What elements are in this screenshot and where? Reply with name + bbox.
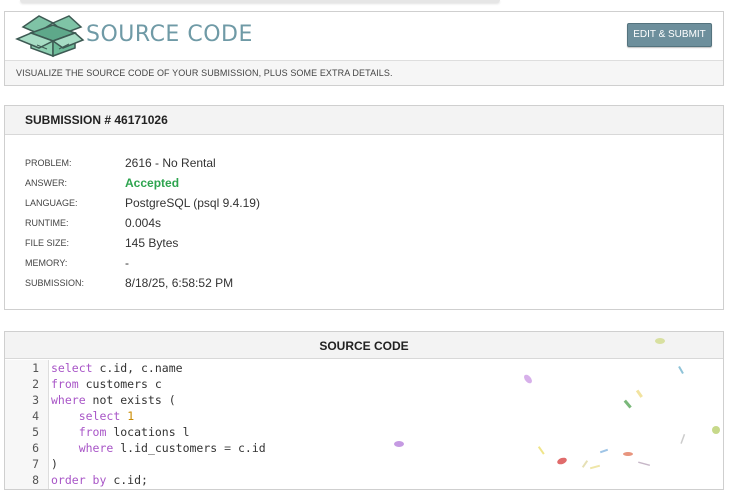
code-line: 1 select c.id, c.name: [5, 360, 723, 376]
line-number: 1: [32, 361, 39, 375]
code-line: 8 order by c.id;: [5, 472, 723, 488]
code-line: 7 ): [5, 456, 723, 472]
line-number: 8: [32, 473, 39, 487]
answer-status-badge: Accepted: [125, 176, 180, 190]
open-box-logo-icon: [13, 13, 85, 58]
info-label: MEMORY:: [25, 258, 68, 268]
submission-heading: SUBMISSION # 46171026: [5, 106, 723, 135]
line-number: 7: [32, 457, 39, 471]
page-description: VISUALIZE THE SOURCE CODE OF YOUR SUBMIS…: [5, 60, 723, 85]
page-header: SOURCE CODE EDIT & SUBMIT: [5, 12, 723, 60]
submission-date-value: 8/18/25, 6:58:52 PM: [125, 276, 234, 290]
page-title: SOURCE CODE: [86, 22, 253, 47]
line-number: 6: [32, 441, 39, 455]
info-label: FILE SIZE:: [25, 238, 70, 248]
edit-submit-button[interactable]: EDIT & SUBMIT: [627, 23, 712, 47]
code-line: 4 select 1: [5, 408, 723, 424]
submission-details-panel: SUBMISSION # 46171026 PROBLEM: 2616 - No…: [4, 105, 724, 310]
code-text: where not exists (: [51, 393, 176, 407]
line-number: 2: [32, 377, 39, 391]
info-label: ANSWER:: [25, 178, 68, 188]
window-shadow-strip: [20, 0, 500, 3]
code-text: ): [51, 457, 58, 471]
page-header-panel: SOURCE CODE EDIT & SUBMIT VISUALIZE THE …: [4, 11, 724, 86]
info-label: PROBLEM:: [25, 158, 72, 168]
info-label: LANGUAGE:: [25, 198, 78, 208]
code-text: from locations l: [78, 425, 190, 439]
file-size-value: 145 Bytes: [125, 236, 179, 250]
code-editor[interactable]: 1 select c.id, c.name 2 from customers c…: [5, 360, 723, 489]
code-line: 2 from customers c: [5, 376, 723, 392]
code-text: where l.id_customers = c.id: [78, 441, 266, 455]
code-lines: 1 select c.id, c.name 2 from customers c…: [5, 360, 723, 488]
runtime-value: 0.004s: [125, 216, 162, 230]
problem-value: 2616 - No Rental: [125, 156, 216, 170]
code-text: select c.id, c.name: [51, 361, 183, 375]
info-label: SUBMISSION:: [25, 278, 85, 288]
code-line: 3 where not exists (: [5, 392, 723, 408]
line-number: 5: [32, 425, 39, 439]
info-label: RUNTIME:: [25, 218, 69, 228]
source-code-heading: SOURCE CODE: [5, 332, 723, 359]
language-value: PostgreSQL (psql 9.4.19): [125, 196, 260, 210]
code-text: select 1: [78, 409, 135, 423]
source-code-panel: SOURCE CODE 1 select c.id, c.name 2 from…: [4, 331, 724, 490]
code-text: from customers c: [51, 377, 162, 391]
memory-value: -: [125, 256, 129, 270]
code-line: 6 where l.id_customers = c.id: [5, 440, 723, 456]
code-line: 5 from locations l: [5, 424, 723, 440]
code-text: order by c.id;: [51, 473, 148, 487]
line-number: 3: [32, 393, 39, 407]
line-number: 4: [32, 409, 39, 423]
